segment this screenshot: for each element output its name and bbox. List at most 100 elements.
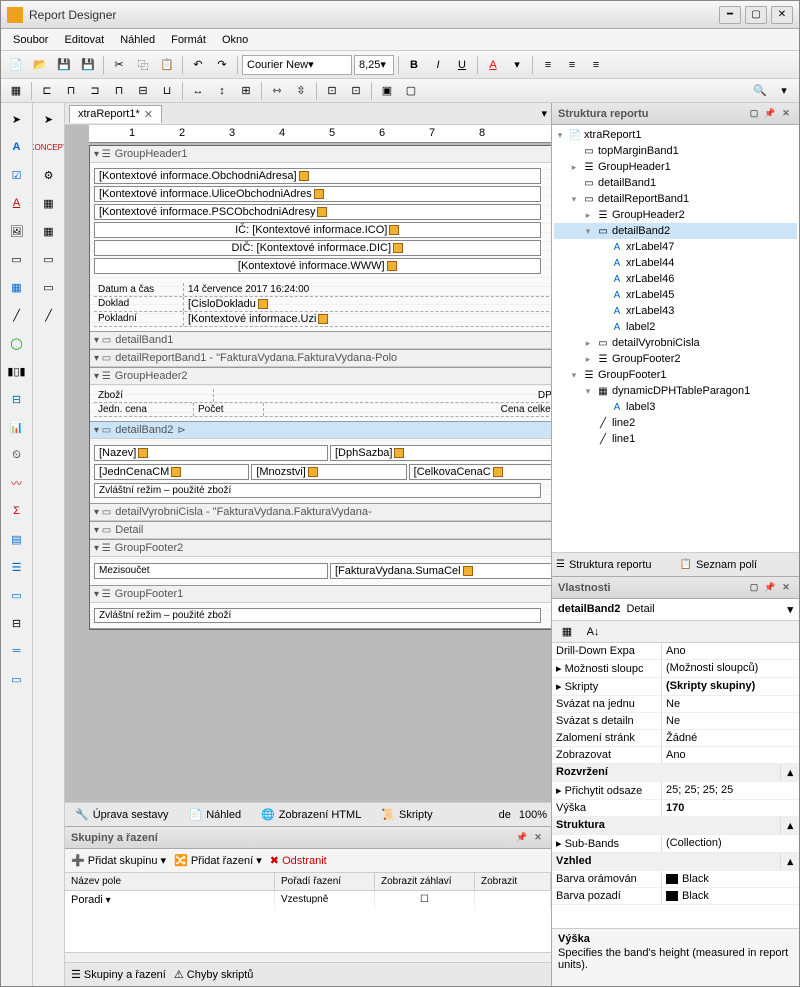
col-show[interactable]: Zobrazit bbox=[475, 873, 551, 890]
col-name[interactable]: Název pole bbox=[65, 873, 275, 890]
cut-icon[interactable]: ✂ bbox=[108, 54, 130, 76]
smart-tag-icon[interactable] bbox=[463, 566, 473, 576]
node-l44[interactable]: AxrLabel44 bbox=[554, 255, 797, 271]
node-l47[interactable]: AxrLabel47 bbox=[554, 239, 797, 255]
prop-row[interactable]: Svázat na jednuNe bbox=[552, 696, 799, 713]
prop-row[interactable]: Svázat s detailnNe bbox=[552, 713, 799, 730]
paste-icon[interactable]: 📋 bbox=[156, 54, 178, 76]
add-sort-btn[interactable]: 🔀 Přidat řazení ▾ bbox=[174, 854, 262, 867]
node-lbl2[interactable]: Alabel2 bbox=[554, 319, 797, 335]
line2-icon[interactable]: ╱ bbox=[37, 303, 61, 327]
smart-tag-icon[interactable] bbox=[394, 448, 404, 458]
italic-icon[interactable]: I bbox=[427, 54, 449, 76]
chart-icon[interactable]: 📊 bbox=[5, 415, 29, 439]
node-gh1[interactable]: ▸☰GroupHeader1 bbox=[554, 159, 797, 175]
node-db1[interactable]: ▭detailBand1 bbox=[554, 175, 797, 191]
smart-tag-icon[interactable] bbox=[393, 243, 403, 253]
align-m-icon[interactable]: ⊟ bbox=[132, 80, 154, 102]
align-center-icon[interactable]: ≡ bbox=[561, 54, 583, 76]
field-nazev[interactable]: [Nazev] bbox=[94, 445, 328, 461]
pointer-icon[interactable]: ➤ bbox=[5, 107, 29, 131]
smart-tag-icon[interactable] bbox=[138, 448, 148, 458]
smart-tag-icon[interactable] bbox=[493, 467, 503, 477]
pageinfo-icon[interactable]: ▭ bbox=[5, 583, 29, 607]
open-icon[interactable]: 📂 bbox=[29, 54, 51, 76]
align-l-icon[interactable]: ⊏ bbox=[36, 80, 58, 102]
font-size-select[interactable]: 8,25 ▾ bbox=[354, 55, 394, 75]
band-groupfooter2[interactable]: ▾ ☰ GroupFooter2 bbox=[90, 540, 551, 557]
prop-category[interactable]: Rozvržení▴ bbox=[552, 764, 799, 782]
node-l43[interactable]: AxrLabel43 bbox=[554, 303, 797, 319]
center-v-icon[interactable]: ⊡ bbox=[345, 80, 367, 102]
save-icon[interactable]: 💾 bbox=[53, 54, 75, 76]
maximize-button[interactable]: ▢ bbox=[745, 6, 767, 24]
cell-cashier-label[interactable]: Pokladní bbox=[94, 312, 184, 326]
prop-category[interactable]: Vzhled▴ bbox=[552, 853, 799, 871]
prop-row[interactable]: ▸ Možnosti sloupc(Možnosti sloupců) bbox=[552, 660, 799, 678]
panel-close-icon[interactable]: ✕ bbox=[779, 107, 793, 121]
tab-structure[interactable]: ☰ Struktura reportu bbox=[552, 553, 676, 576]
zoom-icon[interactable]: 🔍 bbox=[749, 80, 771, 102]
panel-window-icon[interactable]: ▢ bbox=[747, 581, 761, 595]
node-topmargin[interactable]: ▭topMarginBand1 bbox=[554, 143, 797, 159]
font-name-select[interactable]: Courier New ▾ bbox=[242, 55, 352, 75]
prop-row[interactable]: ▸ Skripty(Skripty skupiny) bbox=[552, 678, 799, 696]
smart-tag-icon[interactable] bbox=[387, 261, 397, 271]
panel2-icon[interactable]: ▭ bbox=[37, 247, 61, 271]
cell-cashier-val[interactable]: [Kontextové informace.Uzi bbox=[188, 313, 316, 325]
hdr-goods[interactable]: Zboží bbox=[94, 389, 214, 402]
menu-window[interactable]: Okno bbox=[218, 32, 252, 48]
band-detailreportband1[interactable]: ▾ ▭ detailReportBand1 - "FakturaVydana.F… bbox=[90, 350, 551, 367]
col-header[interactable]: Zobrazit záhlaví bbox=[375, 873, 475, 890]
prop-row[interactable]: ▸ Sub-Bands(Collection) bbox=[552, 835, 799, 853]
smart-tag-icon[interactable] bbox=[317, 207, 327, 217]
tab-fields[interactable]: 📋 Seznam polí bbox=[676, 553, 800, 576]
align-left-icon[interactable]: ≡ bbox=[537, 54, 559, 76]
checkbox-icon[interactable]: ☑ bbox=[5, 163, 29, 187]
zipcode-icon[interactable]: ⊟ bbox=[5, 387, 29, 411]
align-right-icon[interactable]: ≡ bbox=[585, 54, 607, 76]
tab-menu-icon[interactable]: ▾ bbox=[541, 107, 547, 120]
panel-close-icon[interactable]: ✕ bbox=[531, 831, 545, 845]
band-detailband1[interactable]: ▾ ▭ detailBand1 bbox=[90, 332, 551, 349]
grid-icon[interactable]: ▦ bbox=[5, 80, 27, 102]
hdr-vat[interactable]: DPH bbox=[214, 389, 551, 402]
node-line1[interactable]: ╱line1 bbox=[554, 431, 797, 447]
field-address[interactable]: [Kontextové informace.ObchodniAdresa] bbox=[94, 168, 541, 184]
box-icon[interactable]: ▭ bbox=[37, 275, 61, 299]
band-detail[interactable]: ▾ ▭ Detail bbox=[90, 522, 551, 539]
alpha-sort-icon[interactable]: A↓ bbox=[582, 621, 604, 643]
pagebreak-icon[interactable]: ⊟ bbox=[5, 611, 29, 635]
prop-row[interactable]: ZobrazovatAno bbox=[552, 747, 799, 764]
pointer2-icon[interactable]: ➤ bbox=[37, 107, 61, 131]
view-scripts[interactable]: 📜 Skripty bbox=[375, 806, 438, 823]
hdr-total[interactable]: Cena celkem bbox=[264, 403, 551, 416]
hdr-qty[interactable]: Počet bbox=[194, 403, 264, 416]
node-gh2[interactable]: ▸☰GroupHeader2 bbox=[554, 207, 797, 223]
fontcolor-icon[interactable]: A bbox=[482, 54, 504, 76]
pin-icon[interactable]: 📌 bbox=[763, 107, 777, 121]
cell-date-label[interactable]: Datum a čas bbox=[94, 283, 184, 296]
node-lbl3[interactable]: Alabel3 bbox=[554, 399, 797, 415]
stamp-icon[interactable]: KONCEPT bbox=[37, 135, 61, 159]
sparkline-icon[interactable]: 〰 bbox=[5, 471, 29, 495]
node-drb1[interactable]: ▾▭detailReportBand1 bbox=[554, 191, 797, 207]
space-h-icon[interactable]: ⇿ bbox=[266, 80, 288, 102]
cell-doc-val[interactable]: [CisloDokladu bbox=[188, 298, 256, 310]
view-design[interactable]: 🔧 Úprava sestavy bbox=[69, 806, 175, 823]
image-icon[interactable]: 🖼 bbox=[5, 219, 29, 243]
align-r-icon[interactable]: ⊐ bbox=[84, 80, 106, 102]
prop-row[interactable]: Zalomení stránkŽádné bbox=[552, 730, 799, 747]
scrollbar-h[interactable] bbox=[65, 952, 551, 962]
tab-xtrareport[interactable]: xtraReport1* ✕ bbox=[69, 105, 162, 123]
subreport-icon[interactable]: ▤ bbox=[5, 527, 29, 551]
barcode-icon[interactable]: ▮▯▮ bbox=[5, 359, 29, 383]
field-celkcena[interactable]: [CelkovaCenaC bbox=[409, 464, 551, 480]
richtext-icon[interactable]: A bbox=[5, 191, 29, 215]
field-subtotal[interactable]: [FakturaVydana.SumaCel bbox=[330, 563, 551, 579]
shape-icon[interactable]: ◯ bbox=[5, 331, 29, 355]
smart-tag-icon[interactable] bbox=[171, 467, 181, 477]
delete-btn[interactable]: ✖ Odstranit bbox=[270, 854, 327, 867]
copy-icon[interactable]: ⿻ bbox=[132, 54, 154, 76]
view-html[interactable]: 🌐 Zobrazení HTML bbox=[255, 806, 367, 823]
